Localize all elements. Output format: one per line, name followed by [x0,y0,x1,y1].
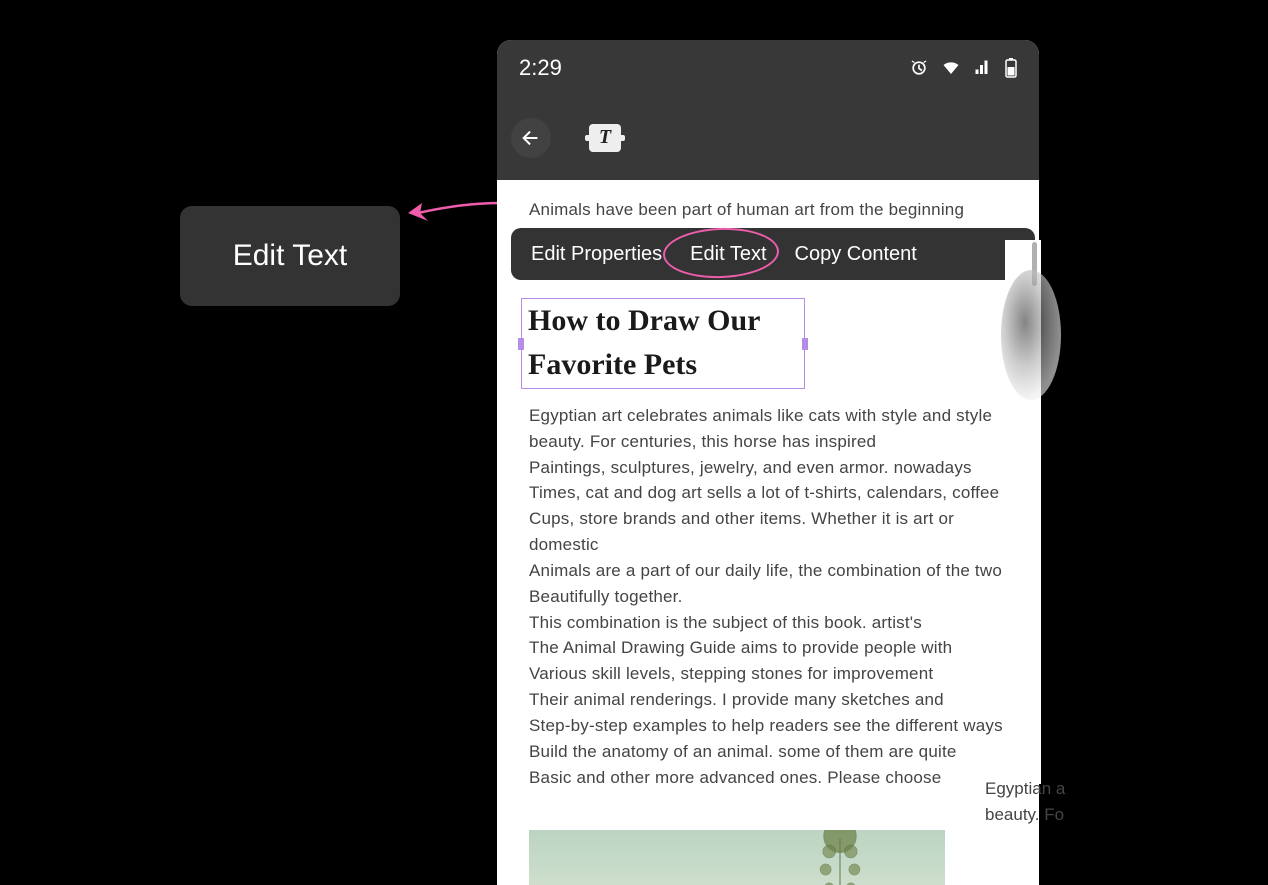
next-page-sliver[interactable]: Egyptian a beauty. Fo [1005,240,1041,784]
edit-text-callout: Edit Text [180,206,400,306]
plant-sprig [795,830,885,885]
body-line: Paintings, sculptures, jewelry, and even… [529,455,1025,481]
phone-frame: 2:29 T Animals have been part of human a… [497,40,1039,885]
body-line: This combination is the subject of this … [529,610,1025,636]
selection-handle-right[interactable] [802,338,808,350]
body-line: Their animal renderings. I provide many … [529,687,1025,713]
body-line: The Animal Drawing Guide aims to provide… [529,635,1025,661]
app-bar: T [497,95,1039,180]
document-title[interactable]: How to Draw Our Favorite Pets [528,299,798,386]
body-line: Animals are a part of our daily life, th… [529,558,1025,584]
body-line: Times, cat and dog art sells a lot of t-… [529,480,1025,506]
text-tool-icon[interactable]: T [589,124,621,152]
menu-edit-text[interactable]: Edit Text [690,243,766,266]
body-line: Cups, store brands and other items. Whet… [529,506,1025,558]
body-line: Beautifully together. [529,584,1025,610]
document-image [529,830,945,885]
status-bar: 2:29 [497,40,1039,95]
callout-label: Edit Text [233,239,348,273]
selected-title-frame[interactable]: How to Draw Our Favorite Pets [521,298,805,389]
page2-text-fragment: Egyptian a beauty. Fo [985,776,1185,828]
body-line: Step-by-step examples to help readers se… [529,713,1025,739]
body-line: Various skill levels, stepping stones fo… [529,661,1025,687]
status-time: 2:29 [519,55,562,81]
back-button[interactable] [511,118,551,158]
body-line: Basic and other more advanced ones. Plea… [529,765,1025,791]
wifi-icon [941,59,961,77]
page2-image-fragment [1001,270,1061,400]
back-icon [520,127,542,149]
body-text: Egyptian art celebrates animals like cat… [521,403,1025,790]
context-menu: Edit Properties Edit Text Copy Content [511,228,1035,280]
body-line: Build the anatomy of an animal. some of … [529,739,1025,765]
menu-edit-properties[interactable]: Edit Properties [531,243,662,266]
intro-text: Animals have been part of human art from… [521,200,1025,220]
selection-handle-left[interactable] [518,338,524,350]
alarm-icon [909,58,929,78]
status-icons [909,58,1017,78]
menu-copy-content[interactable]: Copy Content [795,243,917,266]
battery-icon [1005,58,1017,78]
body-line: beauty. For centuries, this horse has in… [529,429,1025,455]
document-canvas[interactable]: Animals have been part of human art from… [497,180,1039,885]
body-line: Egyptian art celebrates animals like cat… [529,403,1025,429]
signal-icon [973,59,993,77]
